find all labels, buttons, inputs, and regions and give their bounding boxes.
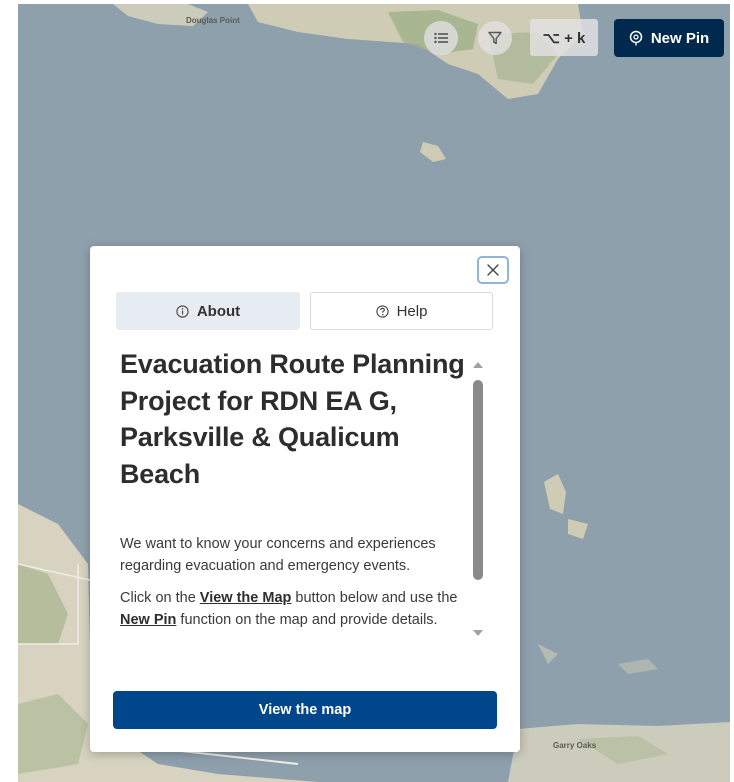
about-content: Evacuation Route Planning Project for RD…	[120, 346, 466, 656]
view-the-map-link[interactable]: View the Map	[200, 590, 292, 606]
filter-button[interactable]	[478, 21, 512, 55]
location-pin-icon	[629, 30, 643, 46]
keyboard-shortcut-button[interactable]: ⌥ + k	[530, 19, 598, 56]
map-label-douglas-point: Douglas Point	[186, 16, 240, 25]
scroll-up-arrow-icon[interactable]	[472, 360, 484, 370]
list-view-button[interactable]	[424, 21, 458, 55]
help-icon	[375, 304, 389, 318]
instructions-text-1: Click on the	[120, 590, 200, 606]
dialog-title: Evacuation Route Planning Project for RD…	[120, 349, 465, 489]
map-label-garry-oaks: Garry Oaks	[553, 741, 597, 750]
instructions-text-3: function on the map and provide details.	[176, 612, 438, 628]
about-dialog: About Help Evacuation Route Planning Pro…	[90, 246, 520, 752]
close-icon	[487, 264, 499, 276]
intro-paragraph: We want to know your concerns and experi…	[120, 536, 436, 574]
tab-about-label: About	[196, 302, 241, 320]
info-icon	[176, 304, 189, 318]
filter-icon	[488, 31, 502, 45]
scrollbar-thumb[interactable]	[473, 380, 483, 580]
tab-help-label: Help	[396, 302, 428, 320]
new-pin-button[interactable]: New Pin	[614, 19, 724, 57]
tab-about[interactable]: About	[116, 292, 300, 330]
new-pin-label: New Pin	[650, 29, 710, 47]
instructions-text-2: button below and use the	[291, 590, 458, 606]
content-scrollbar[interactable]	[470, 358, 486, 638]
new-pin-link[interactable]: New Pin	[120, 612, 176, 628]
view-the-map-button[interactable]: View the map	[113, 691, 497, 729]
tab-help[interactable]: Help	[310, 292, 493, 330]
scroll-down-arrow-icon[interactable]	[472, 628, 484, 638]
close-button[interactable]	[477, 256, 509, 284]
list-icon	[434, 32, 448, 44]
instructions-paragraph: Click on the View the Map button below a…	[120, 587, 466, 631]
